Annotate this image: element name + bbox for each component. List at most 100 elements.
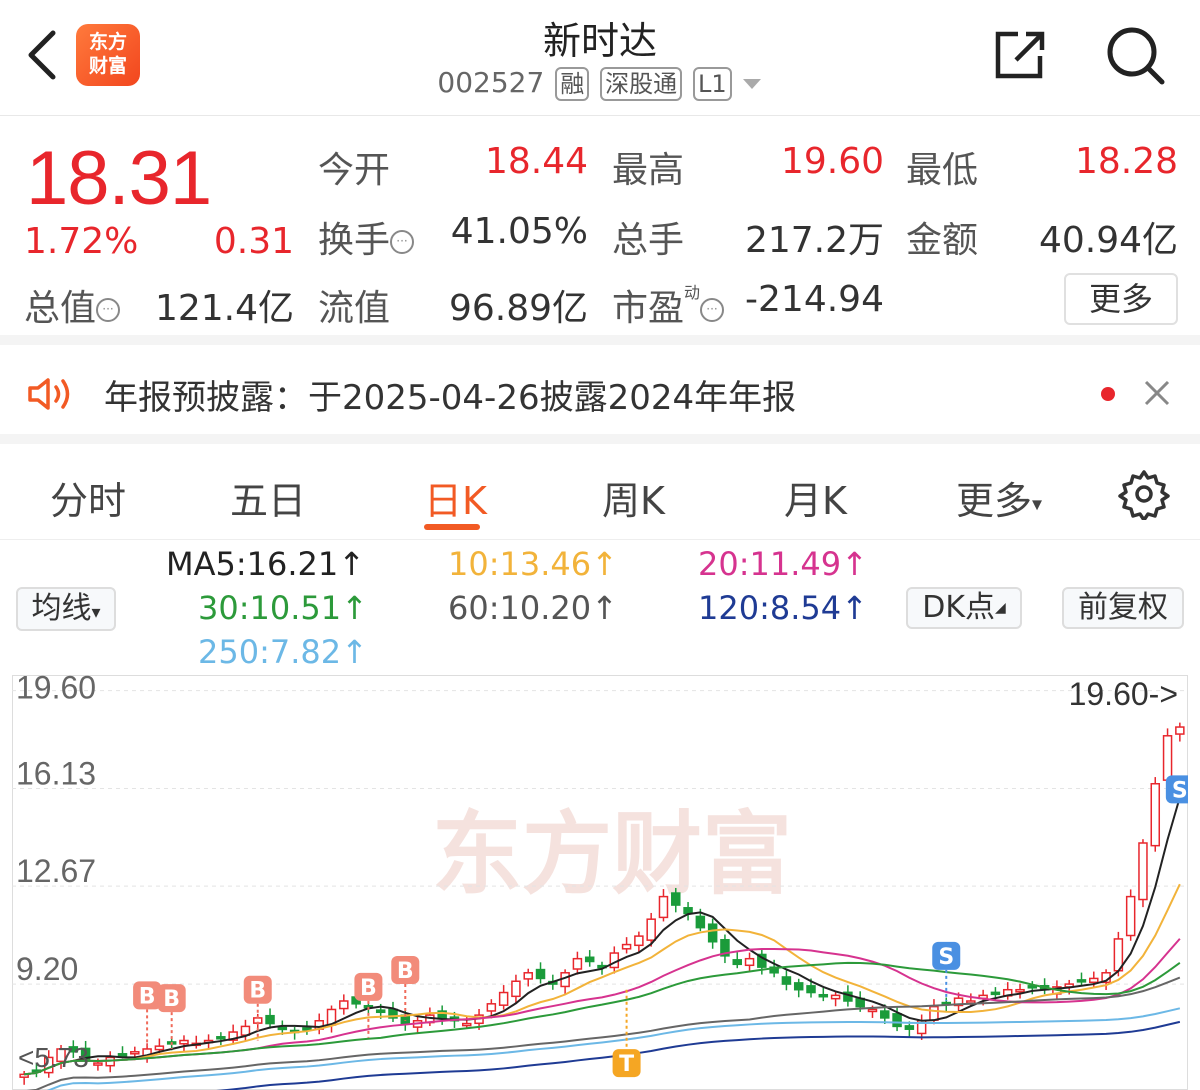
candle-body: [498, 991, 509, 1006]
tab-five-day[interactable]: 五日: [230, 470, 306, 525]
tab-monthly-k[interactable]: 月K: [784, 470, 847, 525]
active-tab-indicator: [424, 524, 480, 530]
ma120-value: 120:8.54↑: [698, 589, 868, 627]
stock-code: 002527: [437, 66, 545, 99]
candle-body: [683, 907, 693, 915]
amount-label: 金额: [906, 220, 979, 261]
candle-body: [793, 982, 804, 991]
notice-bar[interactable]: 年报预披露：于2025-04-26披露2024年年报: [0, 346, 1200, 444]
candle-body: [179, 1039, 189, 1045]
tab-weekly-k[interactable]: 周K: [602, 470, 665, 525]
buy-signal-label: B: [360, 976, 377, 1001]
volume-value: 217.2万: [744, 220, 884, 261]
corner-arrow-icon: ◢: [995, 600, 1006, 616]
candle-body: [93, 1062, 103, 1066]
candle-body: [781, 976, 792, 985]
float-cap-value: 96.89亿: [448, 288, 588, 329]
candle-body: [154, 1045, 165, 1051]
ma5-value: MA5:16.21↑: [166, 545, 366, 583]
turnover-label: 换手 ···: [318, 211, 415, 263]
candle-body: [732, 959, 742, 966]
info-icon[interactable]: ···: [96, 298, 121, 322]
candle-body: [646, 918, 656, 941]
share-button[interactable]: [990, 26, 1050, 84]
period-tabs: 分时 五日 日K 周K 月K 更多▾: [0, 444, 1200, 540]
candle-body: [511, 980, 521, 998]
candle-body: [584, 956, 595, 963]
buy-signal-label: B: [249, 979, 266, 1004]
candle-body: [880, 1010, 890, 1019]
last-price-label: 19.60->: [1069, 676, 1178, 712]
candle-body: [486, 1003, 497, 1012]
candle-body: [1125, 895, 1136, 937]
ma30-value: 30:10.51↑: [198, 589, 368, 627]
notice-text: 年报预披露：于2025-04-26披露2024年年报: [104, 378, 797, 418]
tab-daily-k[interactable]: 日K: [424, 470, 487, 525]
y-tick-label: 19.60: [16, 675, 96, 706]
settings-gear-icon[interactable]: [1118, 468, 1170, 520]
candle-body: [523, 972, 533, 980]
margin-tag: 融: [555, 67, 590, 101]
sell-signal-label: S: [1172, 778, 1188, 803]
low-value: 18.28: [1074, 141, 1178, 182]
candle-body: [929, 1005, 939, 1021]
turnover-value: 41.05%: [450, 211, 588, 252]
candle-body: [867, 1008, 878, 1013]
ma-selector[interactable]: 均线▾: [16, 587, 116, 631]
tab-more[interactable]: 更多▾: [956, 470, 1042, 525]
min-price-label: <5.73: [18, 1042, 89, 1073]
candle-body: [744, 957, 755, 967]
buy-signal-label: B: [139, 984, 156, 1009]
candle-body: [634, 935, 644, 947]
change-percent: 1.72%: [24, 221, 139, 262]
ma10-value: 10:13.46↑: [448, 545, 618, 583]
candle-body: [1076, 979, 1087, 983]
candle-body: [1138, 842, 1148, 901]
candle-body: [806, 985, 816, 994]
candle-body: [572, 957, 583, 970]
speaker-icon: [28, 378, 70, 410]
share-icon: [995, 31, 1045, 79]
candle-body: [216, 1036, 226, 1040]
level-tag[interactable]: L1: [693, 67, 732, 101]
ma120-line: [216, 1020, 1181, 1090]
high-label: 最高: [612, 150, 685, 191]
candle-body: [265, 1014, 275, 1025]
ma250-line: [46, 1007, 1181, 1090]
candle-body: [1162, 735, 1173, 781]
top-bar: 东方 财富 新时达 002527 融 深股通 L1: [0, 0, 1200, 116]
candle-body: [130, 1051, 140, 1055]
candle-body: [671, 892, 681, 906]
info-icon[interactable]: ···: [700, 298, 725, 322]
connect-tag: 深股通: [600, 67, 683, 101]
ma-legend: 均线▾ MA5:16.21↑ 10:13.46↑ 20:11.49↑ 30:10…: [0, 541, 1200, 673]
sell-signal-label: S: [938, 945, 954, 970]
quote-panel: 18.31 1.72% 0.31 今开 18.44 最高 19.60 最低 18…: [0, 117, 1200, 345]
market-cap-value: 121.4亿: [154, 288, 294, 329]
candle-body: [117, 1053, 128, 1057]
close-icon[interactable]: [1142, 378, 1172, 408]
watermark-text: 东方财富: [432, 802, 792, 907]
open-label: 今开: [318, 150, 391, 191]
dk-point-button[interactable]: DK点◢: [906, 587, 1022, 629]
candle-body: [277, 1026, 288, 1031]
forward-adjust-button[interactable]: 前复权: [1062, 587, 1184, 629]
candle-body: [1150, 783, 1161, 847]
candle-body: [302, 1027, 312, 1031]
kline-chart[interactable]: 东方财富19.6016.1312.679.20B B B BBSST19.60-><5…: [12, 675, 1188, 1090]
caret-down-icon[interactable]: [741, 77, 763, 91]
candle-body: [658, 895, 669, 919]
candle-body: [1089, 977, 1099, 984]
y-tick-label: 9.20: [16, 951, 78, 987]
tab-intraday[interactable]: 分时: [50, 470, 126, 525]
more-quote-button[interactable]: 更多: [1064, 273, 1178, 325]
candle-body: [462, 1022, 472, 1027]
info-icon[interactable]: ···: [390, 230, 415, 254]
open-value: 18.44: [484, 141, 588, 182]
search-button[interactable]: [1104, 24, 1168, 86]
candle-body: [892, 1013, 902, 1028]
amount-value: 40.94亿: [1038, 220, 1178, 261]
candle-body: [375, 1009, 386, 1014]
candle-body: [830, 994, 841, 1000]
candle-body: [695, 915, 706, 929]
